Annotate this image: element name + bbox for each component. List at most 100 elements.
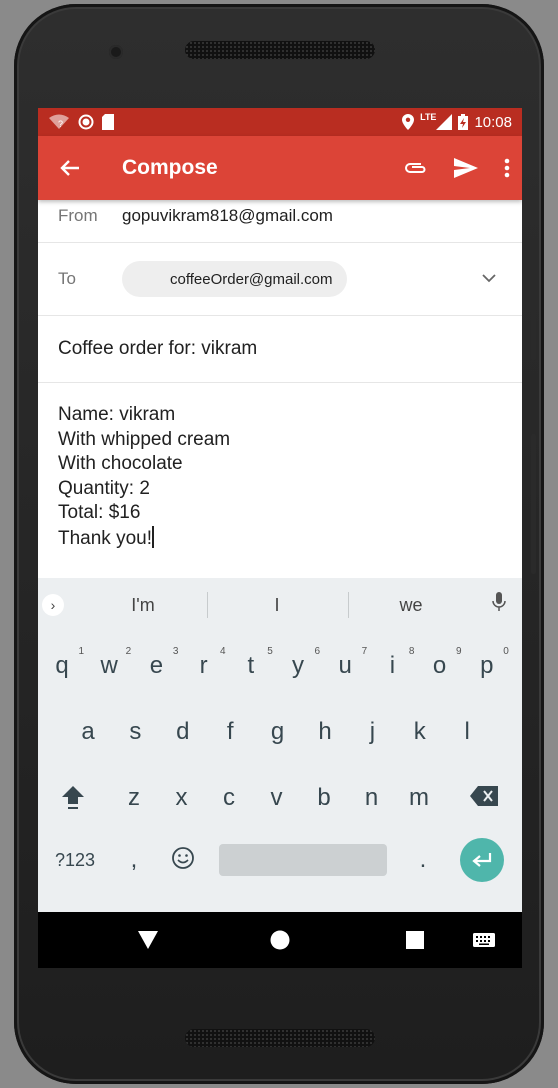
power-button bbox=[531, 284, 536, 360]
body-line: Quantity: 2 bbox=[58, 477, 150, 499]
back-button[interactable] bbox=[38, 136, 102, 200]
key-z[interactable]: z bbox=[114, 784, 154, 812]
key-hint: 2 bbox=[125, 646, 132, 657]
recipient-email: coffeeOrder@gmail.com bbox=[170, 270, 333, 288]
body-line: Name: vikram bbox=[58, 404, 176, 425]
key-k[interactable]: k bbox=[400, 718, 440, 746]
battery-charging-icon bbox=[458, 114, 469, 130]
suggestion-bar: › I'm I we bbox=[38, 578, 522, 634]
network-type: LTE bbox=[420, 112, 437, 122]
keyboard: › I'm I we q1w2e3r4t5y6u7i8o9p0 asdfghjk… bbox=[38, 578, 522, 912]
key-hint: 0 bbox=[503, 646, 509, 657]
triangle-down-icon bbox=[138, 931, 158, 949]
key-hint: 7 bbox=[361, 646, 368, 657]
backspace-icon[interactable] bbox=[470, 786, 498, 806]
suggestion[interactable]: I'm bbox=[98, 595, 188, 616]
key-j[interactable]: j bbox=[352, 718, 392, 746]
wifi-question-icon: ? bbox=[49, 114, 69, 129]
attach-icon[interactable] bbox=[404, 161, 428, 175]
key-hint: 5 bbox=[267, 646, 273, 657]
suggestion[interactable]: I bbox=[232, 595, 322, 616]
key-x[interactable]: x bbox=[162, 784, 202, 812]
key-row-2: asdfghjkl bbox=[38, 700, 522, 766]
chevron-down-icon[interactable] bbox=[482, 274, 496, 283]
record-icon bbox=[78, 114, 94, 130]
divider bbox=[207, 592, 208, 618]
back-nav-button[interactable] bbox=[118, 912, 178, 968]
body-line: Thank you! bbox=[58, 527, 152, 549]
screen: ? LTE 10:08 Compose From gopuvikram818@g… bbox=[38, 108, 522, 968]
emoji-icon[interactable] bbox=[171, 846, 195, 870]
subject-field[interactable]: Coffee order for: vikram bbox=[58, 338, 257, 360]
to-row: To coffeeOrder@gmail.com bbox=[38, 243, 522, 316]
recipient-chip[interactable]: coffeeOrder@gmail.com bbox=[122, 261, 347, 297]
body-line-last: Thank you! bbox=[58, 525, 502, 552]
body-line: Total: $16 bbox=[58, 502, 141, 523]
from-label: From bbox=[58, 206, 98, 225]
chevron-right-icon[interactable]: › bbox=[42, 594, 64, 616]
key-y[interactable]: y6 bbox=[278, 646, 320, 680]
top-speaker bbox=[185, 41, 375, 59]
send-icon[interactable] bbox=[454, 158, 478, 178]
key-g[interactable]: g bbox=[258, 718, 298, 746]
key-h[interactable]: h bbox=[305, 718, 345, 746]
location-icon bbox=[402, 114, 415, 130]
overflow-menu-icon[interactable] bbox=[504, 158, 510, 178]
square-icon bbox=[406, 931, 424, 949]
key-n[interactable]: n bbox=[352, 784, 392, 812]
suggestion[interactable]: we bbox=[366, 595, 456, 616]
key-hint: 6 bbox=[314, 646, 320, 657]
key-t[interactable]: t5 bbox=[231, 646, 272, 680]
mic-icon[interactable] bbox=[492, 592, 506, 612]
key-row-4: ?123 , . bbox=[38, 832, 522, 898]
key-w[interactable]: w2 bbox=[89, 646, 132, 680]
keyboard-switch-button[interactable] bbox=[454, 912, 514, 968]
key-b[interactable]: b bbox=[304, 784, 344, 812]
space-key[interactable] bbox=[219, 844, 387, 876]
symbols-key[interactable]: ?123 bbox=[48, 850, 102, 871]
subject-row[interactable]: Coffee order for: vikram bbox=[38, 316, 522, 383]
key-a[interactable]: a bbox=[68, 718, 108, 746]
key-i[interactable]: i8 bbox=[372, 646, 415, 680]
body-line: With whipped cream bbox=[58, 428, 231, 450]
recents-nav-button[interactable] bbox=[385, 912, 445, 968]
key-m[interactable]: m bbox=[399, 784, 439, 812]
front-camera bbox=[109, 45, 123, 59]
key-r[interactable]: r4 bbox=[184, 646, 226, 680]
key-e[interactable]: e3 bbox=[136, 646, 179, 680]
text-cursor bbox=[152, 525, 154, 548]
key-u[interactable]: u7 bbox=[325, 646, 368, 680]
key-q[interactable]: q1 bbox=[42, 646, 84, 680]
comma-key[interactable]: , bbox=[114, 846, 154, 874]
key-v[interactable]: v bbox=[257, 784, 297, 812]
body-line: With chocolate bbox=[58, 453, 183, 474]
compose-body[interactable]: Name: vikram With whipped cream With cho… bbox=[38, 383, 522, 571]
enter-icon bbox=[472, 853, 492, 867]
app-bar: Compose bbox=[38, 136, 522, 200]
clock: 10:08 bbox=[474, 113, 512, 131]
home-nav-button[interactable] bbox=[250, 912, 310, 968]
key-hint: 3 bbox=[172, 646, 179, 657]
key-l[interactable]: l bbox=[447, 718, 487, 746]
from-value[interactable]: gopuvikram818@gmail.com bbox=[122, 206, 333, 226]
bottom-speaker bbox=[185, 1029, 375, 1047]
keyboard-icon bbox=[473, 933, 495, 947]
shift-icon[interactable] bbox=[60, 784, 86, 810]
key-p[interactable]: p0 bbox=[467, 646, 509, 680]
signal-icon bbox=[436, 114, 453, 130]
svg-text:?: ? bbox=[58, 119, 63, 129]
status-bar: ? LTE 10:08 bbox=[38, 108, 522, 136]
key-s[interactable]: s bbox=[115, 718, 155, 746]
period-key[interactable]: . bbox=[403, 846, 443, 874]
key-row-1: q1w2e3r4t5y6u7i8o9p0 bbox=[38, 634, 522, 700]
divider bbox=[348, 592, 349, 618]
key-c[interactable]: c bbox=[209, 784, 249, 812]
enter-key[interactable] bbox=[460, 838, 504, 882]
key-o[interactable]: o9 bbox=[420, 646, 462, 680]
key-d[interactable]: d bbox=[163, 718, 203, 746]
key-hint: 4 bbox=[220, 646, 226, 657]
key-f[interactable]: f bbox=[210, 718, 250, 746]
arrow-back-icon bbox=[60, 160, 79, 176]
page-title: Compose bbox=[122, 156, 218, 179]
key-hint: 9 bbox=[456, 646, 462, 657]
